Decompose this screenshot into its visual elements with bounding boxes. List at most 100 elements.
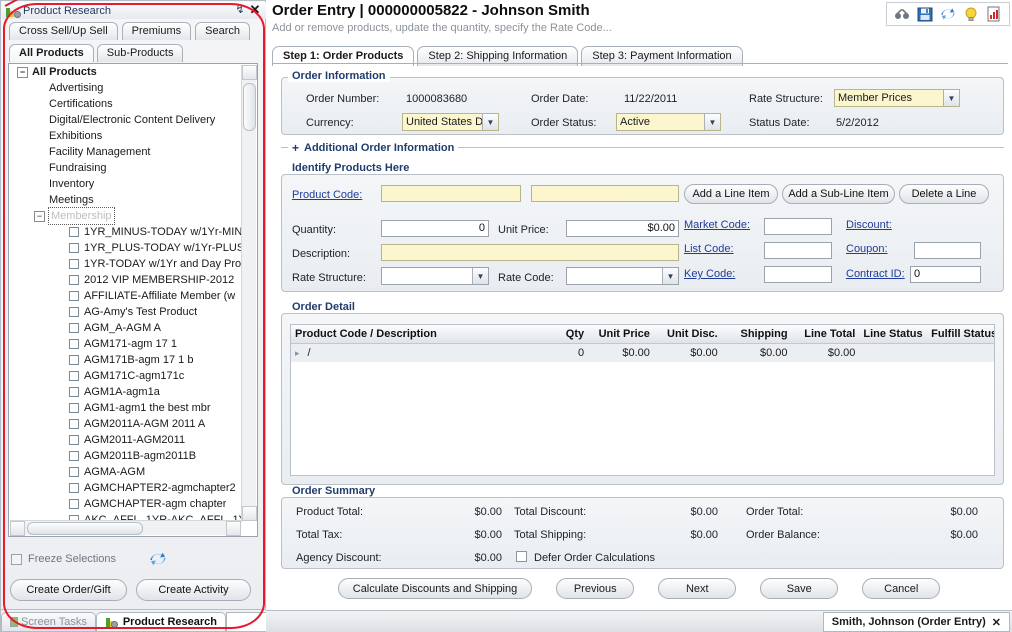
scroll-right-arrow[interactable] <box>226 521 241 536</box>
tree-node-product[interactable]: 1YR_MINUS-TODAY w/1Yr-MIN <box>9 224 242 240</box>
tree-node-category[interactable]: Inventory <box>9 176 242 192</box>
scroll-thumb-horizontal[interactable] <box>27 522 143 535</box>
tree-node-category[interactable]: Fundraising <box>9 160 242 176</box>
collapse-icon[interactable]: − <box>34 210 45 222</box>
order-detail-grid[interactable]: Product Code / Description Qty Unit Pric… <box>290 324 995 476</box>
scroll-up-arrow[interactable] <box>242 65 257 80</box>
tree-node-product[interactable]: 2012 VIP MEMBERSHIP-2012 <box>9 272 242 288</box>
previous-button[interactable]: Previous <box>556 578 635 599</box>
tree-node-all-products[interactable]: − All Products <box>9 64 242 80</box>
list-code-link[interactable]: List Code: <box>684 243 734 255</box>
product-checkbox[interactable] <box>69 483 79 493</box>
save-icon[interactable] <box>917 6 933 22</box>
tree-node-product[interactable]: AGM171C-agm171c <box>9 368 242 384</box>
contract-id-link[interactable]: Contract ID: <box>846 268 905 280</box>
chevron-down-icon[interactable]: ▼ <box>943 90 959 106</box>
freeze-selections-checkbox[interactable] <box>11 553 22 565</box>
tree-node-product[interactable]: AGM171B-agm 17 1 b <box>9 352 242 368</box>
save-button[interactable]: Save <box>760 578 839 599</box>
tree-node-product[interactable]: AGM2011-AGM2011 <box>9 432 242 448</box>
scroll-thumb[interactable] <box>243 83 256 131</box>
product-code-link[interactable]: Product Code: <box>292 189 362 201</box>
cancel-button[interactable]: Cancel <box>862 578 941 599</box>
next-button[interactable]: Next <box>658 578 737 599</box>
list-code-input[interactable] <box>764 242 832 259</box>
product-description-input[interactable] <box>531 185 679 202</box>
report-icon[interactable] <box>986 6 1002 22</box>
lightbulb-icon[interactable] <box>963 6 979 22</box>
tree-node-category[interactable]: Facility Management <box>9 144 242 160</box>
contract-id-input[interactable]: 0 <box>910 266 981 283</box>
product-checkbox[interactable] <box>69 275 79 285</box>
product-checkbox[interactable] <box>69 371 79 381</box>
product-checkbox[interactable] <box>69 419 79 429</box>
product-tree[interactable]: − All Products Advertising Certifications… <box>8 63 258 537</box>
chevron-down-icon[interactable]: ▼ <box>472 268 488 284</box>
bottom-tab-screen-tasks[interactable]: Screen Tasks <box>1 612 96 631</box>
tree-node-product[interactable]: AGM2011A-AGM 2011 A <box>9 416 242 432</box>
product-checkbox[interactable] <box>69 227 79 237</box>
add-line-item-button[interactable]: Add a Line Item <box>684 184 778 204</box>
coupon-link[interactable]: Coupon: <box>846 243 888 255</box>
expand-icon[interactable]: + <box>292 141 299 155</box>
product-checkbox[interactable] <box>69 243 79 253</box>
refresh-icon[interactable] <box>149 551 167 567</box>
tree-horizontal-scrollbar[interactable] <box>10 520 241 536</box>
row-expander-icon[interactable]: ▸ <box>295 348 300 359</box>
tab-search[interactable]: Search <box>195 22 251 40</box>
tree-node-category[interactable]: Advertising <box>9 80 242 96</box>
tree-node-product[interactable]: 1YR-TODAY w/1Yr and Day Pro <box>9 256 242 272</box>
key-code-input[interactable] <box>764 266 832 283</box>
tree-node-category[interactable]: Meetings <box>9 192 242 208</box>
product-checkbox[interactable] <box>69 403 79 413</box>
rate-code-dropdown[interactable]: ▼ <box>566 267 679 285</box>
product-checkbox[interactable] <box>69 307 79 317</box>
status-tab-order-entry[interactable]: Smith, Johnson (Order Entry) ✕ <box>822 612 1010 632</box>
product-checkbox[interactable] <box>69 355 79 365</box>
tree-node-product[interactable]: AGMCHAPTER2-agmchapter2 <box>9 480 242 496</box>
tree-node-product[interactable]: AFFILIATE-Affiliate Member (w <box>9 288 242 304</box>
discount-link[interactable]: Discount: <box>846 219 892 231</box>
market-code-input[interactable] <box>764 218 832 235</box>
freeze-selections-row[interactable]: Freeze Selections <box>11 553 116 565</box>
tree-node-product[interactable]: AGMA-AGM <box>9 464 242 480</box>
product-checkbox[interactable] <box>69 451 79 461</box>
product-checkbox[interactable] <box>69 387 79 397</box>
scroll-down-arrow[interactable] <box>242 506 257 521</box>
line-rate-structure-dropdown[interactable]: ▼ <box>381 267 489 285</box>
tab-cross-sell-up-sell[interactable]: Cross Sell/Up Sell <box>9 22 118 40</box>
quantity-input[interactable]: 0 <box>381 220 489 237</box>
rate-structure-dropdown[interactable]: Member Prices ▼ <box>834 89 960 107</box>
tree-node-product[interactable]: AG-Amy's Test Product <box>9 304 242 320</box>
order-status-dropdown[interactable]: Active ▼ <box>616 113 721 131</box>
bottom-tab-product-research[interactable]: Product Research <box>95 612 226 631</box>
create-activity-button[interactable]: Create Activity <box>136 579 251 601</box>
tab-all-products[interactable]: All Products <box>9 44 94 62</box>
product-checkbox[interactable] <box>69 323 79 333</box>
create-order-gift-button[interactable]: Create Order/Gift <box>10 579 127 601</box>
tree-node-category[interactable]: Digital/Electronic Content Delivery <box>9 112 242 128</box>
tree-node-product[interactable]: AGM1A-agm1a <box>9 384 242 400</box>
tree-node-category[interactable]: Exhibitions <box>9 128 242 144</box>
tree-node-category[interactable]: Certifications <box>9 96 242 112</box>
product-checkbox[interactable] <box>69 259 79 269</box>
chevron-down-icon[interactable]: ▼ <box>482 114 498 130</box>
chevron-down-icon[interactable]: ▼ <box>704 114 720 130</box>
tree-node-product[interactable]: AGM_A-AGM A <box>9 320 242 336</box>
product-checkbox[interactable] <box>69 435 79 445</box>
tab-sub-products[interactable]: Sub-Products <box>96 44 184 62</box>
table-row[interactable]: ▸ / 0 $0.00 $0.00 $0.00 $0.00 <box>291 344 994 362</box>
tree-node-product[interactable]: AGM1-agm1 the best mbr <box>9 400 242 416</box>
product-checkbox[interactable] <box>69 291 79 301</box>
product-checkbox[interactable] <box>69 499 79 509</box>
delete-a-line-button[interactable]: Delete a Line <box>899 184 989 204</box>
currency-dropdown[interactable]: United States D ▼ <box>402 113 499 131</box>
tree-vertical-scrollbar[interactable] <box>241 65 257 521</box>
tree-node-product[interactable]: AGM2011B-agm2011B <box>9 448 242 464</box>
scroll-left-arrow[interactable] <box>10 521 25 536</box>
tab-premiums[interactable]: Premiums <box>121 22 192 40</box>
additional-order-information-expander[interactable]: + Additional Order Information <box>288 141 459 155</box>
calculate-discounts-shipping-button[interactable]: Calculate Discounts and Shipping <box>337 578 533 599</box>
close-icon[interactable]: ✕ <box>992 616 1001 629</box>
defer-order-calculations-checkbox[interactable] <box>516 551 527 562</box>
